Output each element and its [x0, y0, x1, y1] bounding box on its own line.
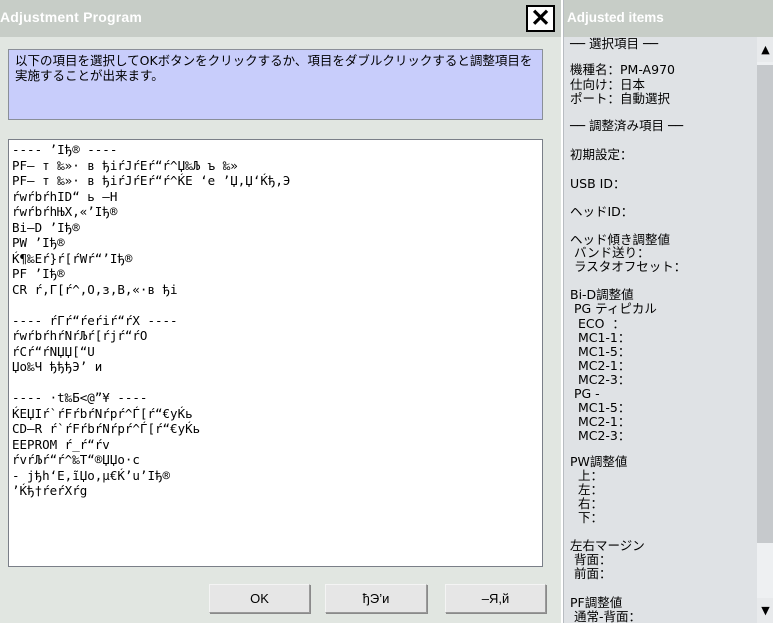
- list-item[interactable]: ’Ќђ†ŕeŕXŕg: [12, 483, 542, 499]
- list-item[interactable]: ---- ’Iђ® ----: [12, 142, 542, 158]
- list-item[interactable]: PF– т ‰»· в ђiŕJŕEŕ“ŕ^Џ‰Љ ъ ‰»: [12, 158, 542, 174]
- adjusted-item-line: MC2-1：: [570, 358, 631, 373]
- adjusted-item-line: MC1-5：: [570, 344, 631, 359]
- adjusted-item-line: ポート：自動選択: [570, 91, 671, 106]
- instructions-text: 以下の項目を選択してOKボタンをクリックするか、項目をダブルクリックすると調整項…: [8, 49, 543, 120]
- vertical-scrollbar[interactable]: ▲ ▼: [757, 37, 773, 623]
- adjusted-items-title: Adjusted items: [567, 10, 664, 25]
- list-item[interactable]: EEPROM ŕ_ŕ“ŕv: [12, 437, 542, 453]
- list-item[interactable]: ŕCŕ“ŕNЏЏ[“U: [12, 344, 542, 360]
- list-item[interactable]: ŕwŕbŕhID“ ь –Н: [12, 189, 542, 205]
- adjusted-item-line: PW調整値: [570, 454, 628, 469]
- list-item[interactable]: ŕwŕbŕhЊX,«’Iђ®: [12, 204, 542, 220]
- adjusted-item-line: MC2-3：: [570, 372, 631, 387]
- list-item[interactable]: ЌЕЏIŕ`ŕFŕbŕNŕpŕ^Ѓ[ŕ“€уЌь: [12, 406, 542, 422]
- list-item[interactable]: ---- ·t‰Б<@”¥ ----: [12, 390, 542, 406]
- adjusted-item-line: MC1-1：: [570, 330, 631, 345]
- list-item[interactable]: - јђh‘Е,ĩЏo,µ€Ќ’u’Iђ®: [12, 468, 542, 484]
- adjusted-item-line: MC2-1：: [570, 414, 631, 429]
- adjusted-items-panel: ── 選択項目 ── 機種名：PM-A970 仕向け：日本 ポート：自動選択 ── 調整…: [564, 37, 757, 623]
- adjusted-item-line: PG ティピカル: [570, 301, 657, 316]
- list-item[interactable]: PW ’Iђ®: [12, 235, 542, 251]
- adjusted-item-line: バンド送り：: [570, 245, 650, 260]
- adjusted-item-line: USB ID：: [570, 176, 626, 191]
- adjusted-item-line: 上：: [570, 468, 603, 483]
- list-item[interactable]: ŕvŕЉŕ“ŕ^‰Т“®ЏЏо·с: [12, 452, 542, 468]
- adjusted-item-line: 下：: [570, 510, 603, 525]
- list-item[interactable]: Bi–D ’Iђ®: [12, 220, 542, 236]
- adjusted-item-line: MC1-5：: [570, 400, 631, 415]
- adjusted-item-line: 右：: [570, 496, 603, 511]
- adjusted-item-line: MC2-3：: [570, 428, 631, 443]
- ok-button[interactable]: OK: [209, 584, 310, 613]
- adjusted-item-line: PG -: [570, 386, 600, 401]
- adjusted-item-line: PF調整値: [570, 595, 623, 610]
- adjustment-item-list[interactable]: ---- ’Iђ® ---- PF– т ‰»· в ђiŕJŕEŕ“ŕ^Џ‰Љ …: [8, 139, 543, 567]
- list-item: [12, 297, 542, 313]
- list-item[interactable]: CD–R ŕ`ŕFŕbŕNŕpŕ^Ѓ[ŕ“€уЌь: [12, 421, 542, 437]
- scroll-down-icon[interactable]: ▼: [757, 598, 773, 623]
- list-item[interactable]: ---- ŕГŕ“ŕeŕiŕ“ŕX ----: [12, 313, 542, 329]
- list-item: [12, 375, 542, 391]
- window-title: Adjustment Program: [0, 9, 143, 25]
- adjusted-item-line: ラスタオフセット：: [570, 259, 687, 274]
- adjusted-item-line: ── 選択項目 ──: [570, 37, 659, 51]
- adjusted-item-line: 仕向け：日本: [570, 77, 646, 92]
- adjusted-item-line: 初期設定：: [570, 147, 633, 162]
- title-bar[interactable]: Adjustment Program ✕: [0, 0, 561, 37]
- scroll-thumb[interactable]: [757, 65, 773, 543]
- adjusted-item-line: ECO ：: [570, 316, 625, 331]
- adjusted-items-title-bar[interactable]: Adjusted items: [564, 0, 773, 37]
- adjusted-item-line: 左：: [570, 482, 603, 497]
- list-item[interactable]: ŕwŕbŕhŕNŕЉŕ[ŕjŕ“ŕO: [12, 328, 542, 344]
- adjusted-item-line: 背面：: [570, 552, 612, 567]
- list-item[interactable]: PF ’Iђ®: [12, 266, 542, 282]
- back-button[interactable]: –Я,й: [445, 584, 546, 613]
- settings-button[interactable]: ђЭ’и: [325, 584, 427, 613]
- adjusted-item-line: 機種名：PM-A970: [570, 62, 675, 77]
- adjusted-item-line: 左右マージン: [570, 538, 645, 553]
- close-button[interactable]: ✕: [526, 5, 555, 32]
- adjusted-item-line: 通常-背面：: [570, 609, 641, 623]
- list-item[interactable]: PF– т ‰»· в ђiŕJŕEŕ“ŕ^ЌЕ ‘е ’Џ,Џ‘Ќђ,Э: [12, 173, 542, 189]
- list-item[interactable]: Ќ¶‰Eŕ}ŕ[ŕWŕ“’Iђ®: [12, 251, 542, 267]
- adjusted-item-line: ヘッドID：: [570, 204, 634, 219]
- list-item[interactable]: Џo‰Ч ђђђЭ’ и: [12, 359, 542, 375]
- adjusted-item-line: ── 調整済み項目 ──: [570, 118, 684, 133]
- list-item[interactable]: CR ŕ,Г[ŕ^,О,з,В,«·в ђi: [12, 282, 542, 298]
- scroll-up-icon[interactable]: ▲: [757, 37, 773, 62]
- close-icon: ✕: [530, 4, 551, 32]
- adjusted-items-window: Adjusted items ── 選択項目 ── 機種名：PM-A970 仕向け：…: [563, 0, 773, 623]
- adjustment-program-window: Adjustment Program ✕ 以下の項目を選択してOKボタンをクリッ…: [0, 0, 561, 623]
- adjusted-item-line: Bi-D調整値: [570, 287, 634, 302]
- adjusted-item-line: 前面：: [570, 566, 612, 581]
